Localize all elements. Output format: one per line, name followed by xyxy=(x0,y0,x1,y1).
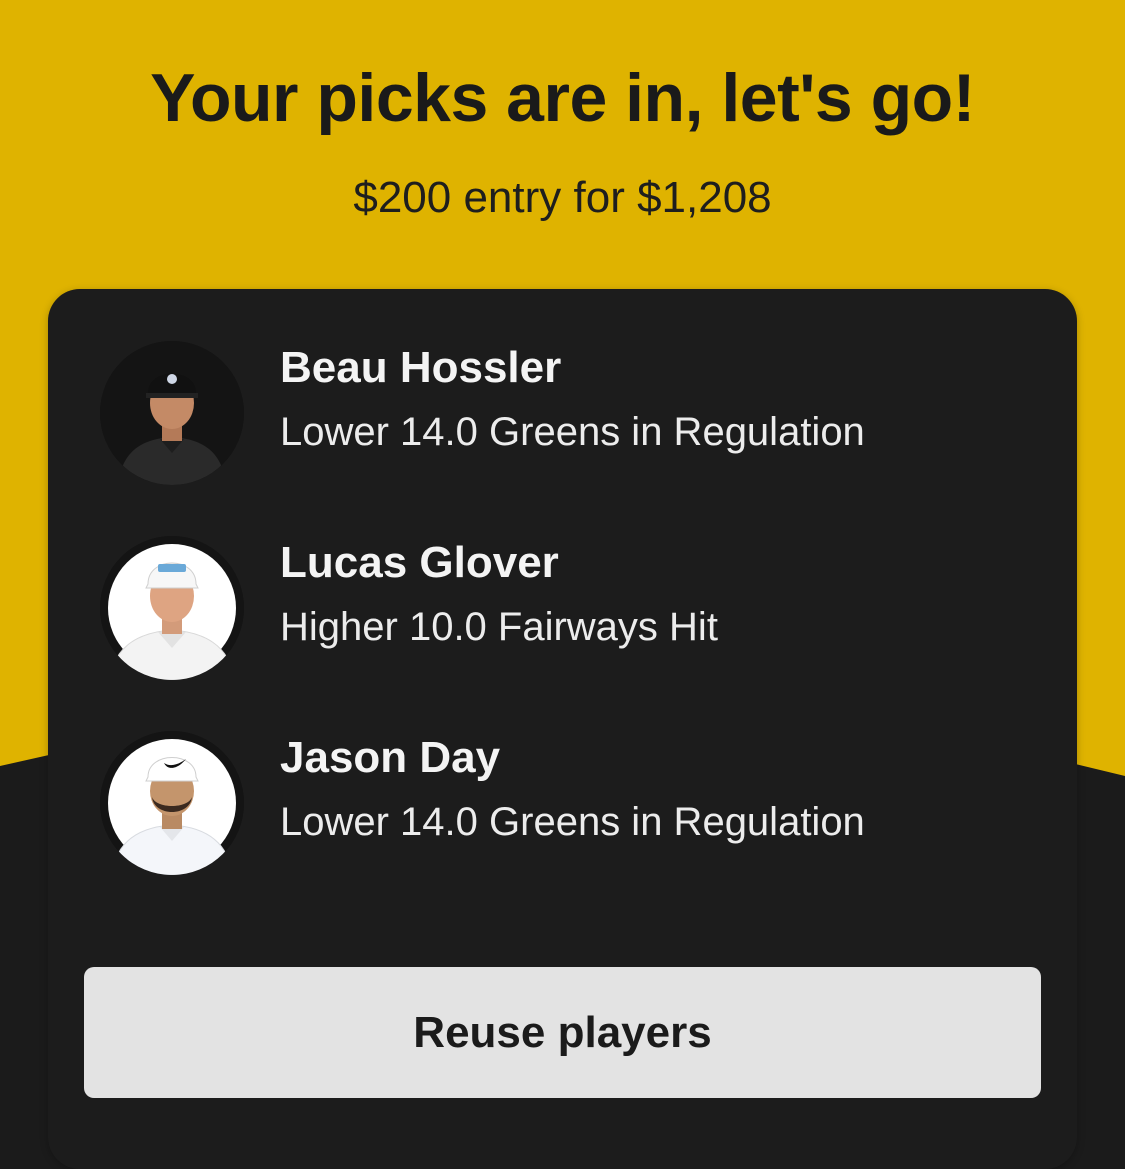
player-name: Beau Hossler xyxy=(280,343,562,392)
player-name: Lucas Glover xyxy=(280,538,559,587)
pick-row: Jason Day Lower 14.0 Greens in Regulatio… xyxy=(48,731,1077,881)
reuse-players-button[interactable]: Reuse players xyxy=(84,967,1041,1098)
player-headshot-white-shirt-icon xyxy=(100,536,244,680)
pick-projection: Lower 14.0 Greens in Regulation xyxy=(280,410,865,454)
page-title: Your picks are in, let's go! xyxy=(150,60,975,136)
pick-projection: Higher 10.0 Fairways Hit xyxy=(280,605,718,649)
entry-summary: $200 entry for $1,208 xyxy=(353,173,772,222)
pick-row: Lucas Glover Higher 10.0 Fairways Hit xyxy=(48,536,1077,686)
player-name: Jason Day xyxy=(280,733,501,782)
player-headshot-white-shirt-icon xyxy=(100,731,244,875)
player-headshot-dark-shirt-icon xyxy=(100,341,244,485)
picks-card: Beau Hossler Lower 14.0 Greens in Regula… xyxy=(48,289,1077,1169)
pick-projection: Lower 14.0 Greens in Regulation xyxy=(280,800,865,844)
player-avatar xyxy=(100,536,244,680)
player-avatar xyxy=(100,731,244,875)
player-avatar xyxy=(100,341,244,485)
pick-row: Beau Hossler Lower 14.0 Greens in Regula… xyxy=(48,341,1077,491)
